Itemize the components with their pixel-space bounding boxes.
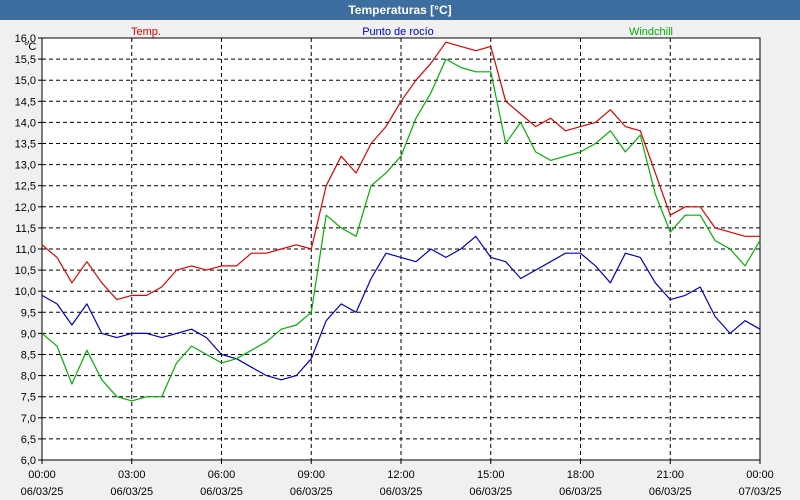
x-tick-time-label: 06:00	[208, 469, 236, 481]
temperature-chart: 6,0 6,5 7,0 7,5 8,0 8,5 9,0 9,5 10,0 10,5 11,0 11,5…	[15, 26, 782, 498]
y-tick-label: 8,5	[21, 350, 36, 362]
x-axis-ticks: 00:00 06/03/25 03:00 06/03/25 06:00 06/03/25 0…	[21, 460, 782, 498]
chart-title: Temperaturas [°C]	[348, 3, 452, 17]
y-tick-label: 14,0	[15, 117, 36, 129]
y-tick-label: 7,0	[21, 413, 36, 425]
y-tick-label: 8,0	[21, 371, 36, 383]
x-tick-date-label: 07/03/25	[739, 486, 782, 498]
y-axis-unit-label: °C	[24, 41, 36, 53]
legend: Temp. Punto de rocío Windchill	[131, 26, 673, 38]
y-tick-label: 14,5	[15, 96, 36, 108]
x-tick-date-label: 06/03/25	[469, 486, 512, 498]
x-tick-date-label: 06/03/25	[559, 486, 602, 498]
legend-entry-2: Punto de rocío	[362, 26, 434, 38]
y-tick-label: 10,5	[15, 265, 36, 277]
y-tick-label: 11,5	[15, 223, 36, 235]
x-tick-time-label: 15:00	[477, 469, 505, 481]
y-tick-label: 13,0	[15, 160, 36, 172]
x-tick-time-label: 18:00	[567, 469, 595, 481]
legend-entry-1: Temp.	[131, 26, 161, 38]
y-tick-label: 12,0	[15, 202, 36, 214]
x-tick-time-label: 03:00	[118, 469, 146, 481]
y-tick-label: 13,5	[15, 139, 36, 151]
y-tick-label: 6,0	[21, 455, 36, 467]
x-tick-date-label: 06/03/25	[290, 486, 333, 498]
y-tick-label: 10,0	[15, 286, 36, 298]
legend-entry-3: Windchill	[629, 26, 673, 38]
y-axis-ticks: 6,0 6,5 7,0 7,5 8,0 8,5 9,0 9,5 10,0 10,5 11,0 11,5…	[15, 33, 42, 467]
x-tick-time-label: 00:00	[28, 469, 56, 481]
y-tick-label: 15,5	[15, 54, 36, 66]
y-tick-label: 9,0	[21, 328, 36, 340]
x-tick-time-label: 12:00	[387, 469, 415, 481]
y-tick-label: 6,5	[21, 434, 36, 446]
y-tick-label: 15,0	[15, 75, 36, 87]
x-tick-date-label: 06/03/25	[110, 486, 153, 498]
x-tick-time-label: 09:00	[297, 469, 325, 481]
x-tick-date-label: 06/03/25	[21, 486, 64, 498]
x-tick-date-label: 06/03/25	[200, 486, 243, 498]
x-tick-time-label: 00:00	[746, 469, 774, 481]
x-tick-date-label: 06/03/25	[649, 486, 692, 498]
x-tick-date-label: 06/03/25	[380, 486, 423, 498]
y-tick-label: 12,5	[15, 181, 36, 193]
y-tick-label: 9,5	[21, 307, 36, 319]
chart-title-bar: Temperaturas [°C]	[0, 0, 800, 20]
y-tick-label: 7,5	[21, 392, 36, 404]
y-tick-label: 11,0	[15, 244, 36, 256]
x-tick-time-label: 21:00	[656, 469, 684, 481]
